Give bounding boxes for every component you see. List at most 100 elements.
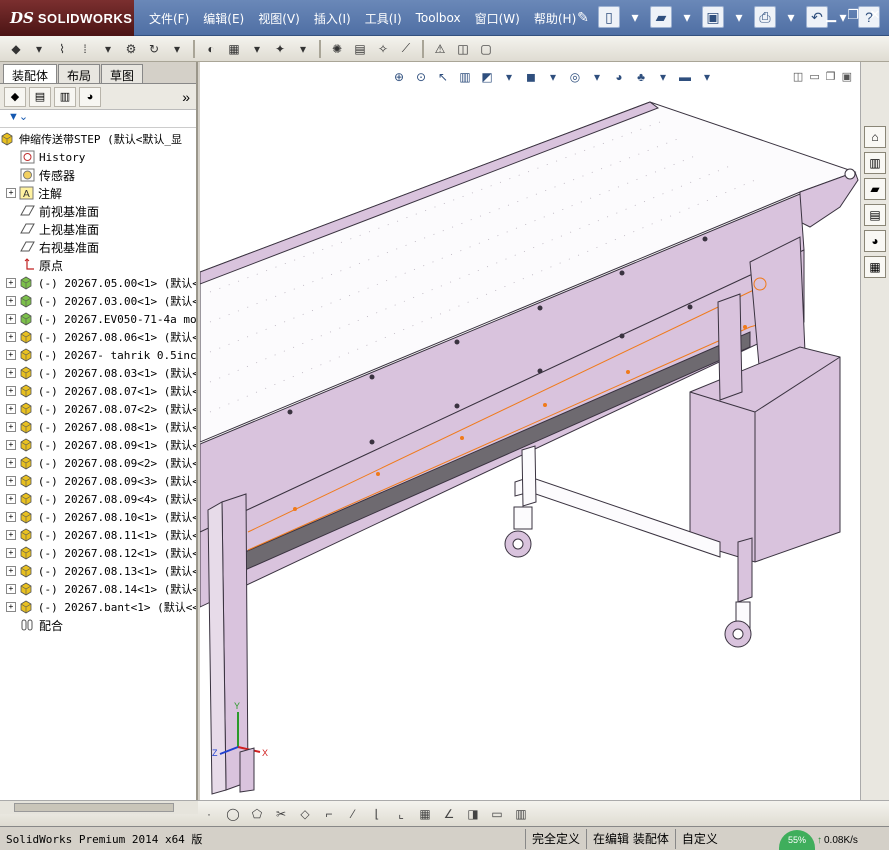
open-dropdown-icon[interactable]: ▾ [676,6,698,28]
offset-icon[interactable]: ⌊ [368,805,386,823]
tree-root-assembly[interactable]: 伸缩传送带STEP (默认<默认_显 [0,130,196,148]
menu-edit[interactable]: 编辑(E) [196,10,251,27]
clearance-verification-icon[interactable]: ◫ [453,39,473,59]
tree-component[interactable]: + (-) 20267.08.11<1> (默认< [0,526,196,544]
assembly-features-dropdown-icon[interactable]: ▾ [247,39,267,59]
fillet-icon[interactable]: ⌐ [320,805,338,823]
exploded-view-icon[interactable]: ✧ [373,39,393,59]
menu-toolbox[interactable]: Toolbox [409,11,468,25]
grid-icon[interactable]: ▦ [416,805,434,823]
tree-component[interactable]: + (-) 20267.bant<1> (默认<< [0,598,196,616]
menu-tools[interactable]: 工具(I) [358,10,409,27]
move-component-icon[interactable]: ↻ [144,39,164,59]
reference-geometry-dropdown-icon[interactable]: ▾ [293,39,313,59]
tree-component[interactable]: + (-) 20267- tahrik 0.5inch [0,346,196,364]
tree-top-plane[interactable]: 上视基准面 [0,220,196,238]
save-dropdown-icon[interactable]: ▾ [728,6,750,28]
appearances-scenes-icon[interactable]: ◕ [864,230,886,252]
menu-view[interactable]: 视图(V) [251,10,307,27]
expand-icon[interactable]: + [6,548,16,558]
insert-component-dropdown-icon[interactable]: ▾ [29,39,49,59]
interference-detection-icon[interactable]: ⚠ [430,39,450,59]
tree-origin[interactable]: 原点 [0,256,196,274]
network-speed-widget[interactable]: 55% ↑ 0.08K/s [779,829,889,850]
tab-assembly[interactable]: 装配体 [3,64,58,83]
print-dropdown-icon[interactable]: ▾ [780,6,802,28]
expand-icon[interactable]: + [6,188,16,198]
panel-expand-icon[interactable]: » [182,89,190,105]
tab-sketch[interactable]: 草图 [101,64,144,83]
tree-component[interactable]: + (-) 20267.08.12<1> (默认< [0,544,196,562]
circle-icon[interactable]: ◯ [224,805,242,823]
construction-geometry-icon[interactable]: ⌞ [392,805,410,823]
tab-layout[interactable]: 布局 [58,64,101,83]
show-hidden-components-icon[interactable]: ◐ [201,39,221,59]
tree-component[interactable]: + (-) 20267.05.00<1> (默认< [0,274,196,292]
expand-icon[interactable]: + [6,602,16,612]
pin-icon[interactable]: ✎ [572,6,594,28]
conveyor-model[interactable]: Y X Z [200,62,860,800]
expand-icon[interactable]: + [6,512,16,522]
new-dropdown-icon[interactable]: ▾ [624,6,646,28]
solidworks-resources-icon[interactable]: ⌂ [864,126,886,148]
expand-icon[interactable]: + [6,422,16,432]
status-custom-units[interactable]: 自定义 [674,828,724,849]
expand-icon[interactable]: + [6,440,16,450]
tree-filter[interactable]: ▼⌄ [0,110,196,128]
reference-geometry-icon[interactable]: ✦ [270,39,290,59]
smart-dimension-icon[interactable]: ◇ [296,805,314,823]
assembly-features-icon[interactable]: ▦ [224,39,244,59]
bill-of-materials-icon[interactable]: ▤ [350,39,370,59]
expand-icon[interactable]: + [6,458,16,468]
expand-icon[interactable]: + [6,476,16,486]
tree-mates[interactable]: 配合 [0,616,196,634]
graphics-area[interactable]: ⊕ ⊙ ↖ ▥ ◩ ▾ ◼ ▾ ◎ ▾ ◕ ♣ ▾ ▬ ▾ ◫ ▭ ❐ ▣ Y … [200,62,860,800]
tree-component[interactable]: + (-) 20267.08.14<1> (默认< [0,580,196,598]
centerline-icon[interactable]: ⁄ [344,805,362,823]
close-icon[interactable]: ✕ [865,6,885,24]
tree-annotations[interactable]: + A 注解 [0,184,196,202]
mate-paperclip-icon[interactable]: ⌇ [52,39,72,59]
tree-component[interactable]: + (-) 20267.08.10<1> (默认< [0,508,196,526]
filter-funnel-icon[interactable]: ▼⌄ [8,111,28,123]
tree-component[interactable]: + (-) 20267.EV050-71-4a mon [0,310,196,328]
restore-icon[interactable]: ❐ [843,6,863,24]
hole-alignment-icon[interactable]: ▢ [476,39,496,59]
expand-icon[interactable]: + [6,404,16,414]
view-palette-icon[interactable]: ▤ [864,204,886,226]
new-motion-study-icon[interactable]: ✺ [327,39,347,59]
linear-pattern-icon[interactable]: ⁞ [75,39,95,59]
tree-component[interactable]: + (-) 20267.08.08<1> (默认< [0,418,196,436]
smart-fasteners-icon[interactable]: ⚙ [121,39,141,59]
expand-icon[interactable]: + [6,296,16,306]
file-explorer-icon[interactable]: ▰ [864,178,886,200]
expand-icon[interactable]: + [6,314,16,324]
solidworks-logo[interactable]: DS SOLIDWORKS [0,0,134,36]
expand-icon[interactable]: + [6,584,16,594]
print-icon[interactable]: ⎙ [754,6,776,28]
menu-insert[interactable]: 插入(I) [307,10,358,27]
custom-properties-icon[interactable]: ▦ [864,256,886,278]
tree-history[interactable]: History [0,148,196,166]
isometric-view-icon[interactable]: ◨ [464,805,482,823]
expand-icon[interactable]: + [6,332,16,342]
expand-icon[interactable]: + [6,494,16,504]
tree-component[interactable]: + (-) 20267.08.09<1> (默认< [0,436,196,454]
trim-icon[interactable]: ✂ [272,805,290,823]
normal-to-icon[interactable]: ▭ [488,805,506,823]
menu-file[interactable]: 文件(F) [142,10,196,27]
tree-component[interactable]: + (-) 20267.08.13<1> (默认< [0,562,196,580]
tree-component[interactable]: + (-) 20267.03.00<1> (默认< [0,292,196,310]
angle-icon[interactable]: ∠ [440,805,458,823]
scrollbar-thumb[interactable] [14,803,174,812]
expand-icon[interactable]: + [6,530,16,540]
tree-component[interactable]: + (-) 20267.08.09<3> (默认< [0,472,196,490]
insert-component-icon[interactable]: ◆ [6,39,26,59]
explode-line-sketch-icon[interactable]: ⟋ [396,39,416,59]
tree-component[interactable]: + (-) 20267.08.03<1> (默认< [0,364,196,382]
move-component-dropdown-icon[interactable]: ▾ [167,39,187,59]
menu-window[interactable]: 窗口(W) [468,10,527,27]
property-manager-icon[interactable]: ▤ [29,86,51,107]
point-icon[interactable]: · [200,805,218,823]
expand-icon[interactable]: + [6,350,16,360]
